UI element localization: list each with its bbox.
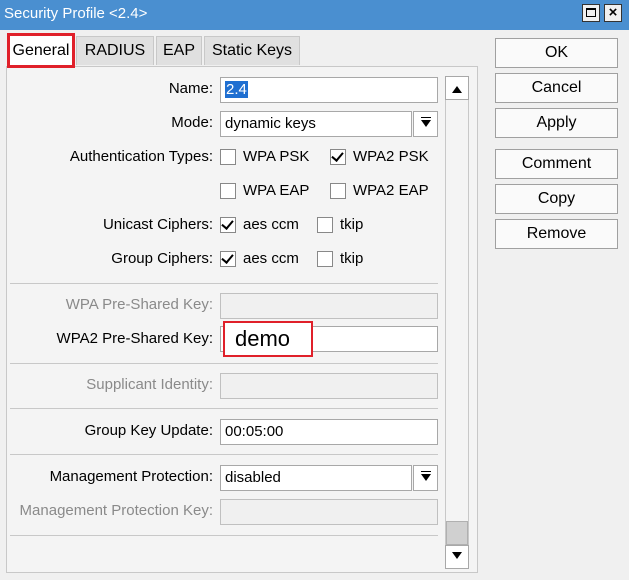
mode-label: Mode: — [171, 114, 213, 131]
cancel-button[interactable]: Cancel — [495, 73, 618, 103]
group-ciphers-label: Group Ciphers: — [111, 250, 213, 267]
ok-button[interactable]: OK — [495, 38, 618, 68]
group-aes-checkbox[interactable] — [220, 251, 236, 267]
vertical-scrollbar[interactable] — [445, 76, 469, 569]
wpa-psk-label: WPA PSK — [243, 148, 310, 165]
mode-select[interactable]: dynamic keys — [220, 111, 412, 137]
checkmark-icon — [221, 251, 234, 264]
wpa-eap-checkbox[interactable] — [220, 183, 236, 199]
mode-dropdown-icon[interactable] — [413, 111, 438, 137]
wpa2-eap-checkbox[interactable] — [330, 183, 346, 199]
wpa2-psk-checkbox[interactable] — [330, 149, 346, 165]
wpa2-psk-key-value[interactable]: demo — [223, 321, 313, 357]
group-aes-label: aes ccm — [243, 250, 299, 267]
scroll-thumb[interactable] — [446, 521, 468, 545]
unicast-aes-checkbox[interactable] — [220, 217, 236, 233]
mgmt-protection-dropdown-icon[interactable] — [413, 465, 438, 491]
wpa-psk-key-input — [220, 293, 438, 319]
unicast-tkip-checkbox[interactable] — [317, 217, 333, 233]
name-label: Name: — [168, 80, 213, 97]
tab-general[interactable]: General — [7, 33, 75, 68]
wpa-psk-key-label: WPA Pre-Shared Key: — [65, 296, 213, 313]
divider — [10, 283, 438, 284]
group-key-update-input[interactable]: 00:05:00 — [220, 419, 438, 445]
divider — [10, 363, 438, 364]
auth-types-label: Authentication Types: — [69, 148, 213, 165]
name-value: 2.4 — [225, 81, 248, 98]
checkmark-icon — [331, 149, 344, 162]
wpa-eap-label: WPA EAP — [243, 182, 310, 199]
copy-button[interactable]: Copy — [495, 184, 618, 214]
scroll-down-icon[interactable] — [445, 545, 469, 569]
group-key-update-label: Group Key Update: — [84, 422, 213, 439]
mgmt-protection-key-label: Management Protection Key: — [19, 502, 213, 519]
group-tkip-checkbox[interactable] — [317, 251, 333, 267]
window-title: Security Profile <2.4> — [4, 5, 148, 22]
divider — [10, 454, 438, 455]
supplicant-identity-input — [220, 373, 438, 399]
mgmt-protection-key-input — [220, 499, 438, 525]
mgmt-protection-label: Management Protection: — [49, 468, 213, 485]
apply-button[interactable]: Apply — [495, 108, 618, 138]
wpa2-eap-label: WPA2 EAP — [353, 182, 429, 199]
comment-button[interactable]: Comment — [495, 149, 618, 179]
unicast-ciphers-label: Unicast Ciphers: — [102, 216, 213, 233]
wpa2-psk-key-label: WPA2 Pre-Shared Key: — [56, 330, 213, 347]
wpa2-psk-label: WPA2 PSK — [353, 148, 429, 165]
scroll-up-icon[interactable] — [445, 76, 469, 100]
unicast-tkip-label: tkip — [340, 216, 364, 233]
tab-static-keys[interactable]: Static Keys — [204, 36, 300, 65]
supplicant-identity-label: Supplicant Identity: — [86, 376, 213, 393]
general-panel — [6, 66, 478, 573]
mgmt-protection-select[interactable]: disabled — [220, 465, 412, 491]
remove-button[interactable]: Remove — [495, 219, 618, 249]
name-input[interactable]: 2.4 — [220, 77, 438, 103]
maximize-icon[interactable] — [582, 4, 600, 22]
tab-radius[interactable]: RADIUS — [76, 36, 154, 65]
tab-eap[interactable]: EAP — [156, 36, 202, 65]
divider — [10, 408, 438, 409]
checkmark-icon — [221, 217, 234, 230]
wpa-psk-checkbox[interactable] — [220, 149, 236, 165]
unicast-aes-label: aes ccm — [243, 216, 299, 233]
divider — [10, 535, 438, 536]
window-titlebar: Security Profile <2.4> × — [0, 0, 629, 30]
close-icon[interactable]: × — [604, 4, 622, 22]
group-tkip-label: tkip — [340, 250, 364, 267]
